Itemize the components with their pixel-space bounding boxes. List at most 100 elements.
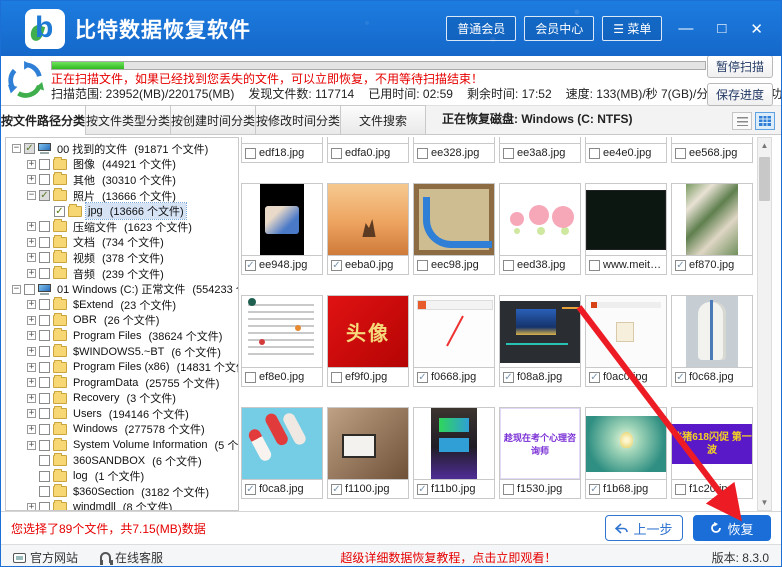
close-button[interactable]: ✕ xyxy=(742,20,771,38)
tree-checkbox[interactable] xyxy=(39,440,50,451)
expand-icon[interactable]: + xyxy=(27,425,36,434)
file-checkbox[interactable] xyxy=(417,260,428,271)
tree-item[interactable]: $360Section(3182 个文件) xyxy=(8,484,238,500)
tree-item[interactable]: +Program Files(38624 个文件) xyxy=(8,328,238,344)
file-checkbox[interactable]: ✓ xyxy=(675,372,686,383)
tree-checkbox[interactable] xyxy=(39,315,50,326)
file-card[interactable]: ✓f0668.jpg xyxy=(413,295,495,387)
tree-checkbox[interactable] xyxy=(39,221,50,232)
tree-item[interactable]: ✓jpg(13666 个文件) xyxy=(8,203,238,219)
expand-icon[interactable]: + xyxy=(27,363,36,372)
file-checkbox[interactable] xyxy=(503,260,514,271)
file-card[interactable]: ✓f0c68.jpg xyxy=(671,295,753,387)
expand-icon[interactable]: + xyxy=(27,222,36,231)
expand-icon[interactable]: + xyxy=(27,300,36,309)
scroll-up-arrow-icon[interactable]: ▲ xyxy=(758,138,771,153)
tree-item[interactable]: +System Volume Information(5 个文件) xyxy=(8,437,238,453)
expand-icon[interactable]: + xyxy=(27,269,36,278)
tree-item[interactable]: +Program Files (x86)(14831 个文件) xyxy=(8,359,238,375)
file-card[interactable]: www.meitu.com_... xyxy=(585,183,667,275)
tree-checkbox[interactable] xyxy=(39,268,50,279)
file-card[interactable]: eec98.jpg xyxy=(413,183,495,275)
tree-checkbox[interactable] xyxy=(39,362,50,373)
tree-checkbox[interactable]: ✓ xyxy=(39,190,50,201)
file-checkbox[interactable]: ✓ xyxy=(245,484,256,495)
file-checkbox[interactable]: ✓ xyxy=(589,372,600,383)
file-card[interactable]: edf18.jpg xyxy=(241,137,323,163)
expand-icon[interactable]: + xyxy=(27,394,36,403)
expand-icon[interactable]: + xyxy=(27,331,36,340)
save-progress-button[interactable]: 保存进度 xyxy=(707,83,773,106)
tree-checkbox[interactable] xyxy=(39,502,50,511)
tree-item[interactable]: +$WINDOWS5.~BT(6 个文件) xyxy=(8,344,238,360)
expand-icon[interactable]: + xyxy=(27,347,36,356)
tree-checkbox[interactable] xyxy=(39,237,50,248)
file-checkbox[interactable]: ✓ xyxy=(675,260,686,271)
grid-view-button[interactable] xyxy=(755,112,775,130)
maximize-button[interactable]: □ xyxy=(709,20,734,37)
file-card[interactable]: 飞猪618闪促 第一波f1c20.jpg xyxy=(671,407,753,499)
file-card[interactable]: ee3a8.jpg xyxy=(499,137,581,163)
scroll-down-arrow-icon[interactable]: ▼ xyxy=(758,495,771,510)
expand-icon[interactable]: + xyxy=(27,253,36,262)
file-checkbox[interactable]: ✓ xyxy=(589,484,600,495)
tree-checkbox[interactable] xyxy=(39,486,50,497)
tree-checkbox[interactable] xyxy=(39,299,50,310)
file-checkbox[interactable] xyxy=(589,260,600,271)
file-card[interactable]: 趁现在考个心理咨询师f1530.jpg xyxy=(499,407,581,499)
file-checkbox[interactable] xyxy=(331,148,342,159)
file-card[interactable]: ✓f1b68.jpg xyxy=(585,407,667,499)
list-view-button[interactable] xyxy=(732,112,752,130)
tree-checkbox[interactable] xyxy=(39,346,50,357)
tree-checkbox[interactable] xyxy=(24,284,35,295)
expand-icon[interactable]: + xyxy=(27,316,36,325)
file-checkbox[interactable]: ✓ xyxy=(245,260,256,271)
file-card[interactable]: ✓f1100.jpg xyxy=(327,407,409,499)
tree-item[interactable]: −01 Windows (C:) 正常文件(554233 个文件) xyxy=(8,281,238,297)
tree-checkbox[interactable] xyxy=(39,377,50,388)
tree-checkbox[interactable] xyxy=(39,455,50,466)
tree-item[interactable]: −✓照片(13666 个文件) xyxy=(8,188,238,204)
file-card[interactable]: ✓f0ac0.jpg xyxy=(585,295,667,387)
grid-scrollbar[interactable]: ▲ ▼ xyxy=(757,137,772,511)
file-checkbox[interactable] xyxy=(503,484,514,495)
tab-2[interactable]: 按文件类型分类 xyxy=(85,105,171,134)
tree-item[interactable]: log(1 个文件) xyxy=(8,468,238,484)
tree-checkbox[interactable]: ✓ xyxy=(54,206,65,217)
file-card[interactable]: ✓f08a8.jpg xyxy=(499,295,581,387)
tree-item[interactable]: +Users(194146 个文件) xyxy=(8,406,238,422)
tree-checkbox[interactable] xyxy=(39,252,50,263)
member-center-button[interactable]: 会员中心 xyxy=(524,16,594,41)
file-checkbox[interactable]: ✓ xyxy=(503,372,514,383)
tab-3[interactable]: 按创建时间分类 xyxy=(170,105,256,134)
tree-item[interactable]: +OBR(26 个文件) xyxy=(8,313,238,329)
file-card[interactable]: ✓ee948.jpg xyxy=(241,183,323,275)
file-card[interactable]: ✓eeba0.jpg xyxy=(327,183,409,275)
tree-item[interactable]: +Recovery(3 个文件) xyxy=(8,391,238,407)
tree-item[interactable]: 360SANDBOX(6 个文件) xyxy=(8,453,238,469)
file-checkbox[interactable]: ✓ xyxy=(417,484,428,495)
pause-scan-button[interactable]: 暂停扫描 xyxy=(707,55,773,78)
tree-item[interactable]: +音频(239 个文件) xyxy=(8,266,238,282)
expand-icon[interactable]: + xyxy=(27,409,36,418)
member-badge-button[interactable]: 普通会员 xyxy=(446,16,516,41)
official-website-link[interactable]: 官方网站 xyxy=(13,549,78,566)
tutorial-promo-link[interactable]: 超级详细数据恢复教程，点击立即观看！ xyxy=(185,549,712,566)
tree-checkbox[interactable] xyxy=(39,408,50,419)
expand-icon[interactable]: + xyxy=(27,441,36,450)
tab-5[interactable]: 文件搜索 xyxy=(340,105,426,134)
file-card[interactable]: ✓f11b0.jpg xyxy=(413,407,495,499)
tree-item[interactable]: +windmdll(8 个文件) xyxy=(8,500,238,511)
file-checkbox[interactable] xyxy=(589,148,600,159)
file-card[interactable]: ef8e0.jpg xyxy=(241,295,323,387)
file-card[interactable]: ✓f0ca8.jpg xyxy=(241,407,323,499)
scrollbar-thumb[interactable] xyxy=(759,157,770,201)
file-checkbox[interactable]: ✓ xyxy=(331,484,342,495)
file-checkbox[interactable]: ✓ xyxy=(331,260,342,271)
file-card[interactable]: ee568.jpg xyxy=(671,137,753,163)
expand-icon[interactable]: + xyxy=(27,503,36,511)
online-support-link[interactable]: 在线客服 xyxy=(100,549,163,566)
tree-item[interactable]: +视频(378 个文件) xyxy=(8,250,238,266)
file-checkbox[interactable] xyxy=(417,148,428,159)
menu-button[interactable]: ☰ 菜单 xyxy=(602,16,662,41)
